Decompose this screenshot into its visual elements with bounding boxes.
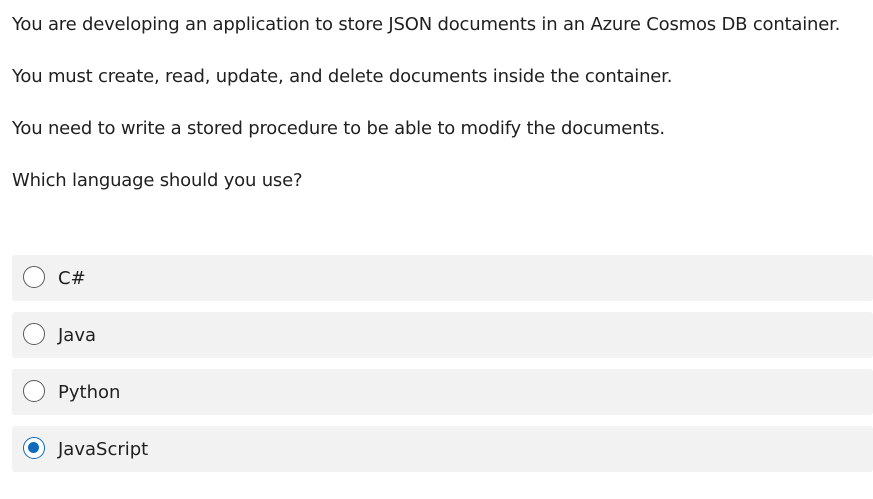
answer-option-label: Java <box>58 325 97 346</box>
radio-button[interactable] <box>23 266 45 288</box>
radio-button[interactable] <box>23 323 45 345</box>
answer-option-csharp[interactable]: C# <box>12 255 873 301</box>
question-line-3: You need to write a stored procedure to … <box>12 118 665 139</box>
radio-button[interactable] <box>23 380 45 402</box>
question-prompt: Which language should you use? <box>12 170 303 191</box>
radio-button-selected[interactable] <box>23 437 45 459</box>
question-line-1: You are developing an application to sto… <box>12 14 841 35</box>
answer-option-java[interactable]: Java <box>12 312 873 358</box>
answer-option-label: C# <box>58 268 86 289</box>
answer-option-javascript[interactable]: JavaScript <box>12 426 873 472</box>
answer-option-label: Python <box>58 382 121 403</box>
answer-option-label: JavaScript <box>58 439 149 460</box>
answer-option-python[interactable]: Python <box>12 369 873 415</box>
question-line-2: You must create, read, update, and delet… <box>12 66 673 87</box>
